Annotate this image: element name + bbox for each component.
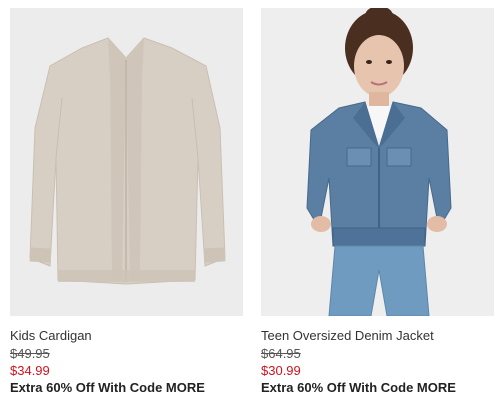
denim-jacket-image[interactable] bbox=[261, 8, 494, 316]
sale-price: $34.99 bbox=[10, 363, 50, 378]
product-name[interactable]: Teen Oversized Denim Jacket bbox=[261, 328, 494, 344]
product-card-teen-denim-jacket[interactable]: Teen Oversized Denim Jacket $64.95 $30.9… bbox=[261, 8, 494, 396]
promo-text: Extra 60% Off With Code MORE bbox=[261, 380, 456, 395]
promo-text: Extra 60% Off With Code MORE bbox=[10, 380, 205, 395]
original-price: $49.95 bbox=[10, 346, 50, 361]
product-card-kids-cardigan[interactable]: Kids Cardigan $49.95 $34.99 Extra 60% Of… bbox=[10, 8, 243, 396]
product-name[interactable]: Kids Cardigan bbox=[10, 328, 243, 344]
original-price: $64.95 bbox=[261, 346, 301, 361]
cardigan-image[interactable] bbox=[10, 8, 243, 316]
sale-price: $30.99 bbox=[261, 363, 301, 378]
